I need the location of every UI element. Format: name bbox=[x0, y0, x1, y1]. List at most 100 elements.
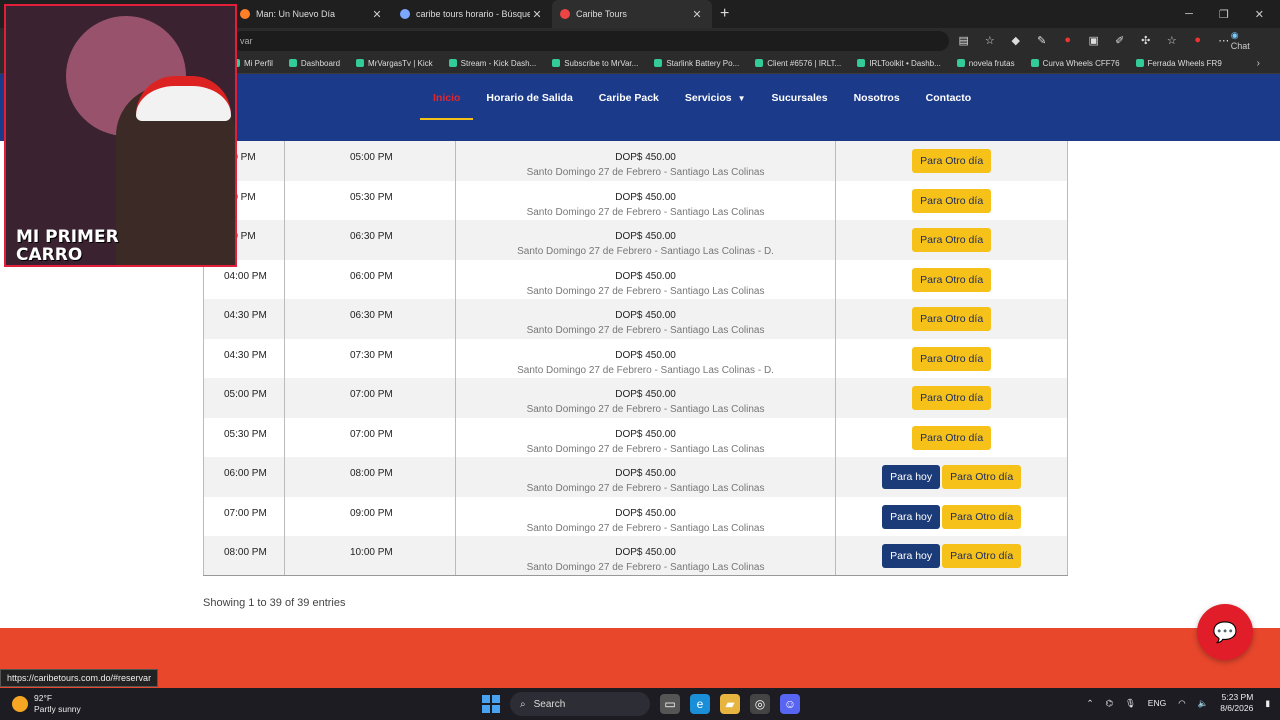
new-tab-button[interactable]: + bbox=[720, 5, 736, 23]
extensions-puzzle-icon[interactable]: ✣ bbox=[1139, 34, 1153, 47]
browser-tab[interactable]: caribe tours horario - Búsqueda ✕ bbox=[392, 0, 552, 28]
footer-banner bbox=[0, 628, 1280, 688]
para-otro-dia-button[interactable]: Para Otro día bbox=[912, 346, 992, 371]
search-icon: ⌕ bbox=[520, 698, 526, 710]
para-otro-dia-button[interactable]: Para Otro día bbox=[912, 425, 992, 450]
action-cell: Para Otro día bbox=[835, 299, 1068, 339]
schedule-table-wrapper: :00 PM 05:00 PM DOP$ 450.00 Santo Domingo 2… bbox=[203, 141, 1068, 576]
maximize-button[interactable]: ❐ bbox=[1219, 8, 1229, 21]
para-hoy-button[interactable]: Para hoy bbox=[882, 504, 941, 529]
para-otro-dia-button[interactable]: Para Otro día bbox=[942, 504, 1022, 529]
close-tab-icon[interactable]: ✕ bbox=[370, 8, 384, 21]
route: Santo Domingo 27 de Febrero - Santiago L… bbox=[526, 562, 765, 573]
extension-icon[interactable]: ● bbox=[1061, 34, 1075, 47]
browser-tab[interactable]: Man: Un Nuevo Día ✕ bbox=[232, 0, 392, 28]
nav-item[interactable]: Sucursales bbox=[759, 92, 841, 116]
bookmark-item[interactable]: Mi Perfil bbox=[232, 59, 273, 68]
bookmark-item[interactable]: Subscribe to MrVar... bbox=[552, 59, 638, 68]
close-tab-icon[interactable]: ✕ bbox=[530, 8, 544, 21]
bookmark-item[interactable]: Stream - Kick Dash... bbox=[448, 59, 536, 68]
notification-icon[interactable]: ▮ bbox=[1265, 698, 1270, 709]
tab-title: Caribe Tours bbox=[576, 9, 627, 19]
tray-chevron-icon[interactable]: ⌃ bbox=[1086, 698, 1093, 709]
extension-icon[interactable]: ✐ bbox=[1113, 34, 1127, 47]
bookmark-item[interactable]: novela frutas bbox=[956, 59, 1015, 68]
chat-icon: 💬 bbox=[1212, 621, 1238, 644]
bookmark-item[interactable]: Client #6576 | IRLT... bbox=[755, 59, 841, 68]
nav-item[interactable]: Horario de Salida bbox=[473, 92, 585, 116]
close-window-button[interactable]: ✕ bbox=[1255, 8, 1264, 21]
more-menu-icon[interactable]: ⋯ bbox=[1217, 34, 1231, 47]
language-indicator[interactable]: ENG bbox=[1148, 698, 1166, 708]
arrival-time: 05:30 PM bbox=[283, 180, 456, 220]
action-cell: Para Otro día bbox=[835, 417, 1068, 457]
chat-bubble-button[interactable]: 💬 bbox=[1197, 604, 1253, 660]
toolbar-icons: ▤ ☆ ◆ ✎ ● ▣ ✐ ✣ ☆ ● ⋯ bbox=[957, 34, 1231, 47]
schedule-table: :00 PM 05:00 PM DOP$ 450.00 Santo Domingo 2… bbox=[203, 141, 1068, 576]
para-otro-dia-button[interactable]: Para Otro día bbox=[912, 307, 992, 331]
browser-tab[interactable]: Caribe Tours ✕ bbox=[552, 0, 712, 28]
tab-strip: Man: Un Nuevo Día ✕ caribe tours horario -… bbox=[232, 0, 712, 28]
profile-icon[interactable]: ● bbox=[1191, 34, 1205, 47]
close-tab-icon[interactable]: ✕ bbox=[690, 8, 704, 21]
nav-item-label: Caribe Pack bbox=[598, 92, 659, 104]
para-otro-dia-button[interactable]: Para Otro día bbox=[912, 267, 992, 292]
para-hoy-button[interactable]: Para hoy bbox=[882, 465, 941, 489]
wifi-icon[interactable]: ◠ bbox=[1178, 698, 1185, 709]
copilot-chat-button[interactable]: ◉ Chat bbox=[1231, 30, 1260, 51]
para-otro-dia-button[interactable]: Para Otro día bbox=[912, 188, 992, 213]
departure-time: 05:30 PM bbox=[203, 417, 285, 457]
windows-start-icon[interactable] bbox=[482, 695, 500, 713]
route-cell: DOP$ 450.00 Santo Domingo 27 de Febrero -… bbox=[454, 338, 836, 378]
route: Santo Domingo 27 de Febrero - Santiago L… bbox=[526, 483, 765, 494]
bookmark-favicon-icon bbox=[448, 59, 457, 67]
bookmark-favicon-icon bbox=[356, 59, 365, 67]
file-explorer-icon[interactable]: ▰ bbox=[720, 694, 740, 714]
nav-item[interactable]: Servicios ▼ bbox=[672, 92, 759, 116]
extension-icon[interactable]: ◆ bbox=[1009, 34, 1023, 47]
para-otro-dia-button[interactable]: Para Otro día bbox=[912, 386, 992, 410]
weather-widget[interactable]: 92°F Partly sunny bbox=[12, 693, 81, 715]
nav-item[interactable]: Nosotros bbox=[841, 92, 913, 116]
price: DOP$ 450.00 bbox=[615, 349, 676, 361]
favorite-star-icon[interactable]: ☆ bbox=[983, 34, 997, 47]
network-icon[interactable]: ⌬ bbox=[1106, 698, 1113, 709]
para-hoy-button[interactable]: Para hoy bbox=[882, 544, 941, 568]
bookmark-favicon-icon bbox=[552, 59, 561, 67]
edge-icon[interactable]: e bbox=[690, 694, 710, 714]
nav-item[interactable]: Contacto bbox=[913, 92, 985, 116]
volume-icon[interactable]: 🔈 bbox=[1198, 698, 1209, 709]
bookmark-item[interactable]: Starlink Battery Po... bbox=[654, 59, 739, 68]
price: DOP$ 450.00 bbox=[615, 507, 676, 519]
bookmark-item[interactable]: Dashboard bbox=[288, 59, 340, 68]
task-view-icon[interactable]: ▭ bbox=[660, 694, 680, 714]
extension-icon[interactable]: ▣ bbox=[1087, 34, 1101, 47]
bookmarks-more-icon[interactable]: › bbox=[1257, 58, 1260, 69]
para-otro-dia-button[interactable]: Para Otro día bbox=[912, 228, 992, 252]
url-input[interactable]: var bbox=[232, 30, 949, 51]
favorites-icon[interactable]: ☆ bbox=[1165, 34, 1179, 47]
bookmark-item[interactable]: Ferrada Wheels FR9 bbox=[1135, 59, 1222, 68]
nav-item[interactable]: Caribe Pack bbox=[586, 92, 672, 116]
taskbar-search[interactable]: ⌕ Search bbox=[510, 692, 650, 716]
extension-icon[interactable]: ✎ bbox=[1035, 34, 1049, 47]
tab-title: caribe tours horario - Búsqueda bbox=[416, 9, 530, 19]
discord-icon[interactable]: ☺ bbox=[780, 694, 800, 714]
minimize-button[interactable]: ─ bbox=[1185, 8, 1193, 21]
mic-icon[interactable]: 🎙 bbox=[1125, 698, 1136, 709]
action-cell: Para Otro día bbox=[835, 220, 1068, 260]
route-cell: DOP$ 450.00 Santo Domingo 27 de Febrero -… bbox=[454, 259, 836, 299]
para-otro-dia-button[interactable]: Para Otro día bbox=[912, 149, 992, 173]
tab-favicon-icon bbox=[400, 9, 410, 19]
nav-item[interactable]: Inicio bbox=[420, 92, 474, 120]
reader-icon[interactable]: ▤ bbox=[957, 34, 971, 47]
arrival-time: 08:00 PM bbox=[283, 457, 456, 497]
para-otro-dia-button[interactable]: Para Otro día bbox=[942, 465, 1022, 489]
app-icon[interactable]: ◎ bbox=[750, 694, 770, 714]
bookmark-item[interactable]: MrVargasTv | Kick bbox=[356, 59, 433, 68]
para-otro-dia-button[interactable]: Para Otro día bbox=[942, 544, 1022, 568]
table-row: 05:30 PM 07:00 PM DOP$ 450.00 Santo Domingo… bbox=[203, 417, 1068, 457]
clock[interactable]: 5:23 PM 8/6/2026 bbox=[1220, 692, 1253, 714]
bookmark-item[interactable]: Curva Wheels CFF76 bbox=[1030, 59, 1120, 68]
bookmark-item[interactable]: IRLToolkit • Dashb... bbox=[857, 59, 941, 68]
